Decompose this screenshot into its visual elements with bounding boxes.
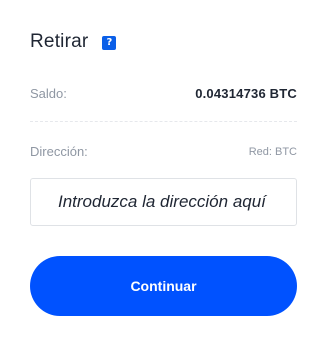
page-title: Retirar: [30, 31, 89, 52]
header: Retirar ?: [30, 31, 117, 53]
withdraw-panel: Retirar ? Saldo: 0.04314736 BTC Direcció…: [0, 0, 326, 342]
address-label: Dirección:: [30, 144, 88, 159]
divider: [30, 121, 297, 122]
continue-button[interactable]: Continuar: [30, 256, 297, 316]
address-row: Dirección: Red: BTC: [30, 144, 297, 159]
balance-value: 0.04314736 BTC: [195, 86, 297, 101]
balance-row: Saldo: 0.04314736 BTC: [30, 86, 297, 101]
address-input[interactable]: [30, 178, 297, 226]
balance-label: Saldo:: [30, 86, 67, 101]
question-icon[interactable]: ?: [102, 36, 117, 50]
network-label: Red: BTC: [248, 145, 297, 158]
